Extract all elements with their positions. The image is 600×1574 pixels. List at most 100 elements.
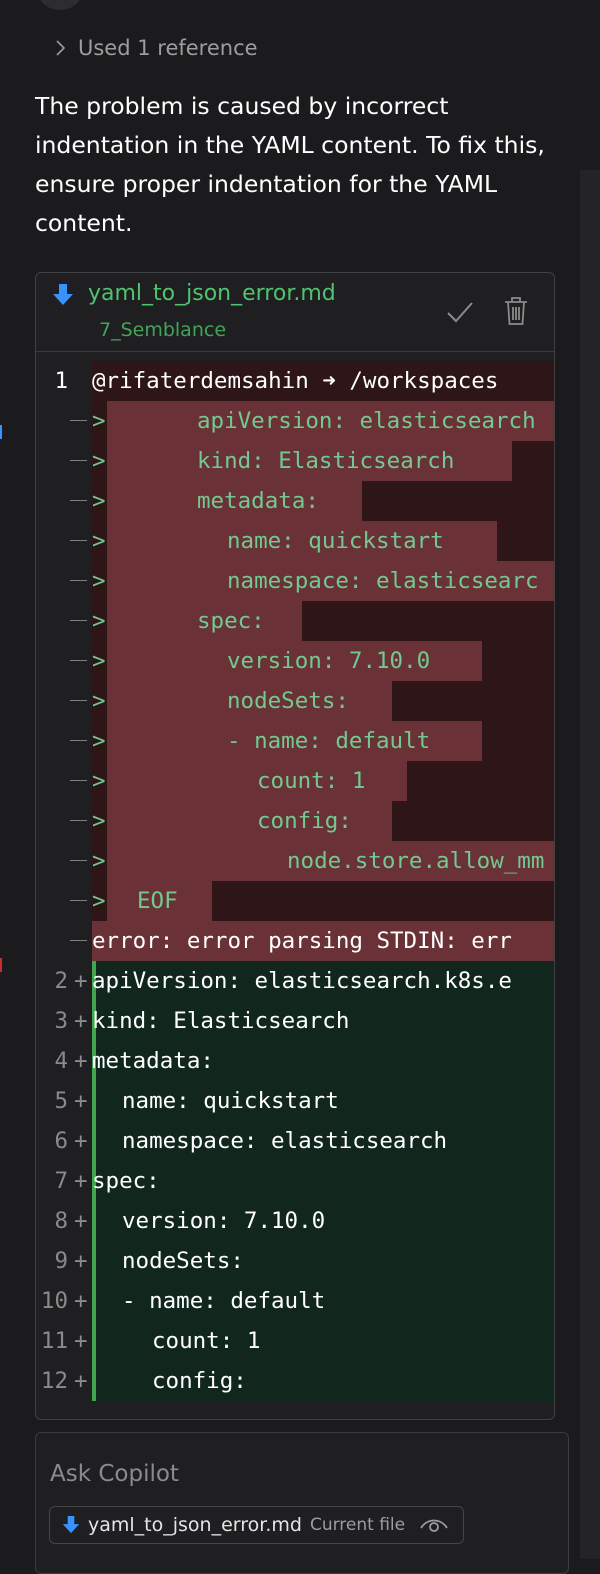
code-text: nodeSets:	[122, 1248, 244, 1274]
removed-line-marker	[70, 700, 87, 701]
line-gutter: 9 +	[36, 1241, 92, 1281]
attachment-label: Current file	[309, 1515, 406, 1535]
diff-line-added: 6 + namespace: elasticsearch	[36, 1121, 554, 1161]
prompt-marker: >	[92, 528, 106, 554]
prompt-marker: >	[92, 488, 106, 514]
diff-line-removed: > spec:	[36, 601, 554, 641]
line-number: 11	[40, 1328, 68, 1354]
prompt-marker: >	[92, 888, 106, 914]
workspace-label: 7_Semblance	[99, 319, 227, 341]
prompt-marker: >	[92, 648, 106, 674]
line-content: namespace: elasticsearch	[92, 1121, 554, 1161]
diff-line-removed: > kind: Elasticsearch	[36, 441, 554, 481]
added-line-marker: +	[74, 1208, 88, 1234]
line-number: 8	[54, 1208, 68, 1234]
code-text: count: 1	[257, 768, 366, 794]
line-number: 6	[54, 1128, 68, 1154]
trash-icon[interactable]	[500, 293, 532, 329]
added-line-marker: +	[74, 1288, 88, 1314]
diff-line-removed: > name: quickstart	[36, 521, 554, 561]
code-text: kind: Elasticsearch	[92, 1008, 350, 1034]
line-content: version: 7.10.0	[92, 1201, 554, 1241]
line-content: > node.store.allow_mm	[92, 841, 554, 881]
line-content: count: 1	[92, 1321, 554, 1361]
diff-line-added: 10 + - - name: default	[36, 1281, 554, 1321]
code-text: @rifaterdemsahin ➜ /workspaces	[92, 368, 499, 394]
added-line-marker: +	[74, 1128, 88, 1154]
line-gutter: 10 +	[36, 1281, 92, 1321]
removed-line-marker	[70, 780, 87, 781]
prompt-marker: >	[92, 688, 106, 714]
added-line-marker: +	[74, 1168, 88, 1194]
eye-icon[interactable]	[419, 1514, 449, 1536]
used-references-toggle[interactable]: Used 1 reference	[50, 30, 258, 66]
line-content: name: quickstart	[92, 1081, 554, 1121]
code-text: apiVersion: elasticsearch	[197, 408, 536, 434]
line-content: > nodeSets:	[92, 681, 554, 721]
line-gutter: 11 +	[36, 1321, 92, 1361]
error-text: error: error parsing STDIN: err	[92, 928, 512, 954]
line-content: > metadata:	[92, 481, 554, 521]
check-icon[interactable]	[444, 293, 476, 329]
code-text: - name: default	[122, 1288, 326, 1314]
removed-line-marker	[70, 500, 87, 501]
line-content: > count: 1	[92, 761, 554, 801]
prompt-marker: >	[92, 448, 106, 474]
code-block-header: yaml_to_json_error.md 7_Semblance	[36, 273, 554, 352]
ask-copilot-box[interactable]: Ask Copilot yaml_to_json_error.md Curren…	[35, 1432, 569, 1574]
line-gutter	[36, 561, 92, 601]
code-text: kind: Elasticsearch	[197, 448, 455, 474]
diff-line-removed: 1 @rifaterdemsahin ➜ /workspaces	[36, 361, 554, 401]
line-gutter	[36, 401, 92, 441]
line-number: 2	[54, 968, 68, 994]
added-line-marker: +	[74, 968, 88, 994]
code-text: apiVersion: elasticsearch.k8s.e	[92, 968, 512, 994]
attachment-name: yaml_to_json_error.md	[88, 1514, 302, 1536]
diff-line-removed: > namespace: elasticsearc	[36, 561, 554, 601]
file-download-icon	[53, 284, 73, 305]
added-line-marker: +	[74, 1048, 88, 1074]
diff-line-removed: > nodeSets:	[36, 681, 554, 721]
avatar	[38, 0, 82, 10]
line-gutter	[36, 481, 92, 521]
line-gutter	[36, 641, 92, 681]
line-gutter	[36, 921, 92, 961]
line-content: spec:	[92, 1161, 554, 1201]
line-gutter	[36, 521, 92, 561]
line-number: 5	[54, 1088, 68, 1114]
added-line-marker: +	[74, 1328, 88, 1354]
diff-line-removed: error: error parsing STDIN: err	[36, 921, 554, 961]
line-content: > config:	[92, 801, 554, 841]
code-text: spec:	[197, 608, 265, 634]
line-gutter	[36, 681, 92, 721]
diff-line-removed: > config:	[36, 801, 554, 841]
scrollbar[interactable]	[580, 170, 600, 1559]
code-text: nodeSets:	[227, 688, 349, 714]
attachment-chip[interactable]: yaml_to_json_error.md Current file	[49, 1506, 464, 1544]
line-number: 10	[40, 1288, 68, 1314]
prompt-marker: >	[92, 728, 106, 754]
removed-line-marker	[70, 820, 87, 821]
removed-line-marker	[70, 740, 87, 741]
diff-view: 1 @rifaterdemsahin ➜ /workspaces > apiVersi…	[36, 361, 554, 1401]
added-line-marker: +	[74, 1368, 88, 1394]
file-download-icon	[62, 1516, 80, 1534]
removed-line-marker	[70, 940, 87, 941]
line-content: > version: 7.10.0	[92, 641, 554, 681]
ask-copilot-placeholder: Ask Copilot	[50, 1461, 179, 1487]
diff-line-removed: > node.store.allow_mm	[36, 841, 554, 881]
file-name-link[interactable]: yaml_to_json_error.md	[88, 281, 336, 306]
removed-line-marker	[70, 660, 87, 661]
diff-line-removed: > metadata:	[36, 481, 554, 521]
code-text: namespace: elasticsearc	[227, 568, 539, 594]
prompt-marker: >	[92, 408, 106, 434]
line-gutter	[36, 841, 92, 881]
diff-line-added: 9 + nodeSets:	[36, 1241, 554, 1281]
line-content: kind: Elasticsearch	[92, 1001, 554, 1041]
line-gutter: 4 +	[36, 1041, 92, 1081]
line-content: > namespace: elasticsearc	[92, 561, 554, 601]
diff-line-added: 4 + metadata:	[36, 1041, 554, 1081]
code-text: config:	[257, 808, 352, 834]
added-line-marker: +	[74, 1008, 88, 1034]
code-text: namespace: elasticsearch	[122, 1128, 448, 1154]
